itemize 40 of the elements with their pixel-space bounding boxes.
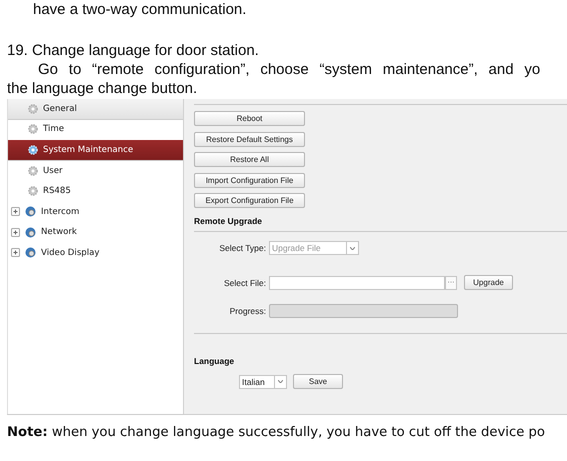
body-text: the language change button.: [6, 79, 198, 98]
field-label: Select Type:: [218, 243, 267, 253]
sidebar-item[interactable]: System Maintenance: [8, 140, 183, 161]
item-label: Time: [43, 124, 64, 134]
item-label: Network: [41, 227, 77, 238]
section-heading: Remote Upgrade: [194, 216, 264, 226]
item-label: RS485: [43, 186, 71, 196]
sidebar-item[interactable]: Video Display: [8, 243, 183, 264]
expand-icon[interactable]: [11, 207, 20, 216]
caret-icon: [278, 380, 283, 383]
field-label: Select File:: [222, 278, 267, 288]
item-label: System Maintenance: [43, 144, 134, 155]
item-label: Video Display: [41, 248, 100, 258]
body-text: Go to “remote configuration”, choose “system maintenance”, and yo: [37, 60, 542, 79]
language-select[interactable]: Italian: [239, 374, 287, 388]
item-label: General: [43, 104, 77, 114]
expand-icon[interactable]: [11, 248, 20, 258]
caret-icon: [350, 246, 355, 250]
action-button[interactable]: Restore Default Settings: [194, 132, 305, 146]
action-button[interactable]: Restore All: [194, 152, 305, 167]
action-button[interactable]: Reboot: [194, 111, 305, 126]
sidebar-item[interactable]: Time: [8, 120, 183, 140]
sidebar-item[interactable]: General: [8, 99, 183, 120]
field-label: Progress:: [228, 306, 267, 316]
sidebar-item[interactable]: Intercom: [8, 202, 183, 223]
upgrade-button[interactable]: Upgrade: [464, 275, 513, 290]
sidebar-item[interactable]: Network: [8, 222, 183, 244]
sidebar-item[interactable]: User: [8, 160, 183, 182]
note-text: Note: when you change language successfully, you have to cut off the device po: [6, 425, 546, 440]
expand-icon[interactable]: [11, 228, 20, 237]
sidebar-item[interactable]: RS485: [8, 181, 183, 202]
item-label: Intercom: [41, 206, 80, 217]
action-button[interactable]: Import Configuration File: [194, 172, 305, 188]
item-label: User: [43, 166, 63, 176]
action-button[interactable]: Export Configuration File: [194, 193, 305, 208]
section-heading: Language: [194, 356, 236, 366]
body-text: have a two-way communication.: [32, 0, 248, 19]
file-field[interactable]: [269, 276, 445, 290]
save-button[interactable]: Save: [293, 374, 343, 389]
step-heading: 19. Change language for door station.: [6, 41, 260, 60]
